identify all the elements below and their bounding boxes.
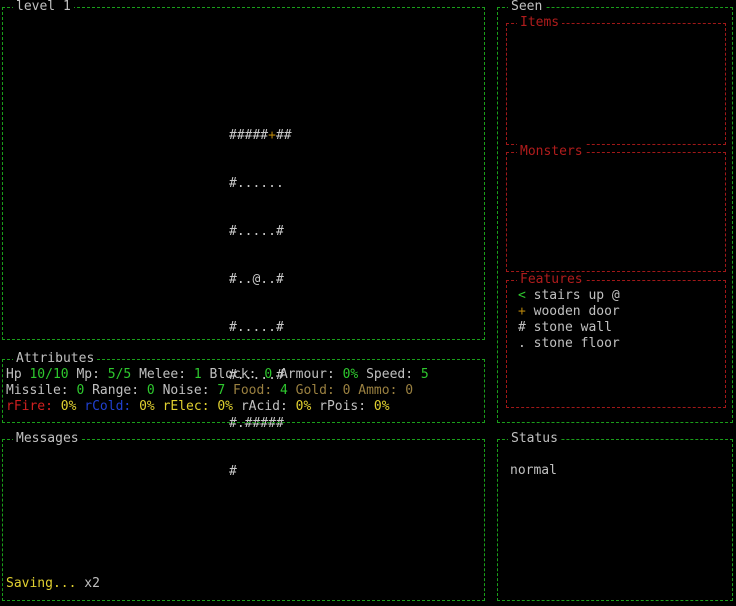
messages-title: Messages <box>13 431 82 447</box>
map-row: #.....# <box>229 224 284 239</box>
monsters-section: Monsters <box>506 144 726 272</box>
status-value: normal <box>510 463 557 478</box>
attributes-line-1: Hp 10/10 Mp: 5/5 Melee: 1 Block: 0 Armou… <box>6 367 429 382</box>
attributes-line-2: Missile: 0 Range: 0 Noise: 7 Food: 4 Gol… <box>6 383 414 398</box>
map-row: #...... <box>229 176 284 191</box>
door-tile: + <box>268 128 276 143</box>
attributes-title: Attributes <box>13 351 98 367</box>
wall-icon: # <box>518 320 526 335</box>
dungeon-map[interactable]: #####+## #...... #.....# #..@..# #.....#… <box>229 96 292 496</box>
items-title: Items <box>517 15 563 31</box>
monsters-title: Monsters <box>517 144 586 160</box>
message-line: Saving... x2 <box>6 576 100 591</box>
list-item[interactable]: # stone wall <box>518 320 620 336</box>
status-title: Status <box>508 431 561 447</box>
features-title: Features <box>517 272 586 288</box>
map-row: #..@..# <box>229 272 284 287</box>
list-item[interactable]: < stairs up @ <box>518 288 620 304</box>
door-icon: + <box>518 304 526 319</box>
map-row: #####+## <box>229 128 292 143</box>
map-title: level 1 <box>13 0 74 15</box>
seen-title: Seen <box>508 0 546 15</box>
map-row: #.....# <box>229 320 284 335</box>
list-item[interactable]: . stone floor <box>518 336 620 352</box>
items-section: Items <box>506 15 726 145</box>
features-list: < stairs up @ + wooden door # stone wall… <box>518 288 620 352</box>
list-item[interactable]: + wooden door <box>518 304 620 320</box>
stairs-up-icon: < <box>518 288 526 303</box>
attributes-line-3: rFire: 0% rCold: 0% rElec: 0% rAcid: 0% … <box>6 399 390 414</box>
floor-icon: . <box>518 336 526 351</box>
